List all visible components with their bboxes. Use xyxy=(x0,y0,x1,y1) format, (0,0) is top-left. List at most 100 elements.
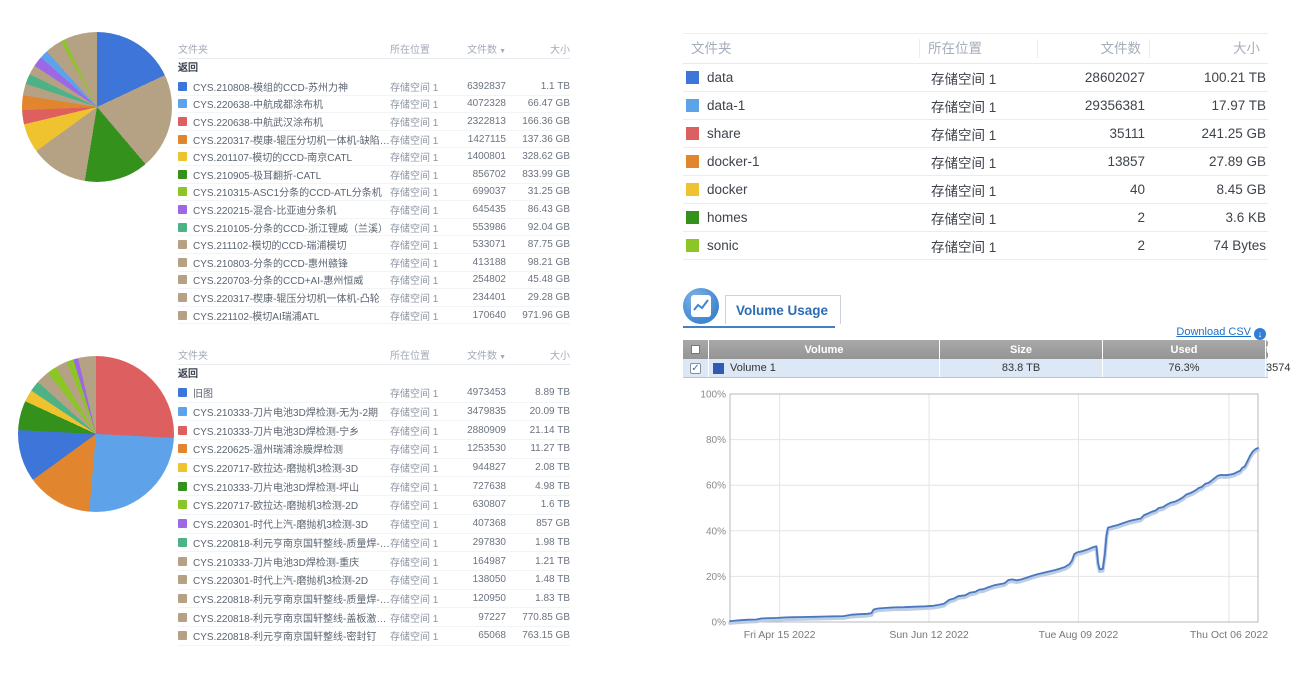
table-row[interactable]: CYS.211102-模切的CCD-瑞浦模切存储空间 153307187.75 … xyxy=(178,236,570,254)
table-row[interactable]: CYS.220717-欧拉达-磨抛机3检测-3D存储空间 19448272.08… xyxy=(178,459,570,478)
folder-size: 86.43 GB xyxy=(506,204,570,215)
table-row[interactable]: CYS.220301-时代上汽-磨抛机3检测-2D存储空间 11380501.4… xyxy=(178,571,570,590)
folder-name[interactable]: share xyxy=(707,126,923,141)
table-row[interactable]: data-1存储空间 12935638117.97 TB xyxy=(683,92,1268,120)
folder-name[interactable]: CYS.220818-利元亨南京国轩整线-密封钉 xyxy=(193,628,390,643)
folder-name[interactable]: docker xyxy=(707,182,923,197)
table-row[interactable]: CYS.220703-分条的CCD+AI-惠州恒威存储空间 125480245.… xyxy=(178,272,570,290)
folder-count: 1427115 xyxy=(448,134,506,145)
folder-name[interactable]: CYS.210333-刀片电池3D焊检测-坪山 xyxy=(193,479,390,494)
folder-name[interactable]: CYS.210333-刀片电池3D焊检测-宁乡 xyxy=(193,423,390,438)
folder-name[interactable]: CYS.220703-分条的CCD+AI-惠州恒威 xyxy=(193,272,390,287)
col-days-to-full[interactable]: Days to Full xyxy=(1266,340,1292,359)
folder-name[interactable]: CYS.220317-楔康-辊压分切机一体机-缺陷检测 xyxy=(193,132,390,147)
col-folder[interactable]: 文件夹 xyxy=(178,41,390,56)
folder-name[interactable]: 旧图 xyxy=(193,385,390,400)
table-row[interactable]: CYS.220638-中航武汉涂布机存储空间 12322813166.36 GB xyxy=(178,113,570,131)
table-row[interactable]: CYS.210803-分条的CCD-惠州赣锋存储空间 141318898.21 … xyxy=(178,254,570,272)
folder-name[interactable]: CYS.210905-极耳翻折-CATL xyxy=(193,167,390,182)
table-row[interactable]: CYS.221102-模切AI瑞浦ATL存储空间 1170640971.96 G… xyxy=(178,307,570,325)
folder-name[interactable]: CYS.211102-模切的CCD-瑞浦模切 xyxy=(193,237,390,252)
table-row[interactable]: docker存储空间 1408.45 GB xyxy=(683,176,1268,204)
download-csv-link[interactable]: Download CSV xyxy=(1176,326,1251,338)
table-row[interactable]: CYS.220638-中航成都涂布机存储空间 1407232866.47 GB xyxy=(178,96,570,114)
col-size[interactable]: 大小 xyxy=(506,41,570,56)
table-row[interactable]: CYS.220818-利元亨南京国轩整线-盖板激光焊缝-...存储空间 1972… xyxy=(178,608,570,627)
volume-checkbox[interactable]: ✓ xyxy=(690,363,701,374)
table-row[interactable]: CYS.220717-欧拉达-磨抛机3检测-2D存储空间 16308071.6 … xyxy=(178,496,570,515)
folder-name[interactable]: CYS.210803-分条的CCD-惠州赣锋 xyxy=(193,255,390,270)
folder-name[interactable]: sonic xyxy=(707,238,923,253)
folder-name[interactable]: CYS.220717-欧拉达-磨抛机3检测-2D xyxy=(193,497,390,512)
folder-name[interactable]: homes xyxy=(707,210,923,225)
table-row[interactable]: sonic存储空间 1274 Bytes xyxy=(683,232,1268,260)
folder-name[interactable]: data xyxy=(707,70,923,85)
col-count[interactable]: 文件数 xyxy=(1038,39,1150,58)
col-size[interactable]: 大小 xyxy=(1150,39,1268,58)
folder-name[interactable]: CYS.220301-时代上汽-磨抛机3检测-2D xyxy=(193,572,390,587)
download-icon[interactable]: ↓ xyxy=(1254,328,1266,340)
table-row[interactable]: CYS.210315-ASC1分条的CCD-ATL分条机存储空间 1699037… xyxy=(178,184,570,202)
table-row[interactable]: CYS.220317-楔康-辊压分切机一体机-凸轮存储空间 123440129.… xyxy=(178,289,570,307)
folder-name[interactable]: CYS.220818-利元亨南京国轩整线-盖板激光焊缝-... xyxy=(193,610,390,625)
table-row[interactable]: homes存储空间 123.6 KB xyxy=(683,204,1268,232)
col-size[interactable]: 大小 xyxy=(506,347,570,362)
col-folder[interactable]: 文件夹 xyxy=(683,39,920,58)
col-count[interactable]: 文件数▼ xyxy=(448,41,506,56)
table-row[interactable]: CYS.220818-利元亨南京国轩整线-质量焊-3D存储空间 12978301… xyxy=(178,534,570,553)
col-location[interactable]: 所在位置 xyxy=(920,39,1038,58)
table-row[interactable]: CYS.210333-刀片电池3D焊检测-无为-2期存储空间 134798352… xyxy=(178,403,570,422)
col-size[interactable]: Size xyxy=(940,340,1103,359)
table-row[interactable]: CYS.220301-时代上汽-磨抛机3检测-3D存储空间 1407368857… xyxy=(178,515,570,534)
folder-name[interactable]: CYS.220818-利元亨南京国轩整线-质量焊-2D xyxy=(193,591,390,606)
folder-name[interactable]: CYS.220215-混合-比亚迪分条机 xyxy=(193,202,390,217)
table-row[interactable]: data存储空间 128602027100.21 TB xyxy=(683,64,1268,92)
select-all-checkbox[interactable] xyxy=(683,340,709,359)
col-location[interactable]: 所在位置 xyxy=(390,41,448,56)
folder-name[interactable]: CYS.220317-楔康-辊压分切机一体机-凸轮 xyxy=(193,290,390,305)
folder-name[interactable]: CYS.220818-利元亨南京国轩整线-质量焊-3D xyxy=(193,535,390,550)
table-row[interactable]: share存储空间 135111241.25 GB xyxy=(683,120,1268,148)
table-row[interactable]: CYS.210333-刀片电池3D焊检测-重庆存储空间 11649871.21 … xyxy=(178,552,570,571)
folder-name[interactable]: CYS.220301-时代上汽-磨抛机3检测-3D xyxy=(193,516,390,531)
folder-name[interactable]: CYS.201107-模切的CCD-南京CATL xyxy=(193,149,390,164)
table-row[interactable]: CYS.210105-分条的CCD-浙江锂威（兰溪）存储空间 155398692… xyxy=(178,219,570,237)
sort-desc-icon: ▼ xyxy=(499,354,506,361)
back-row[interactable]: 返回 xyxy=(178,59,570,78)
volume-row[interactable]: ✓ Volume 1 83.8 TB 76.3% 3574 xyxy=(683,359,1268,377)
folder-color-swatch xyxy=(178,613,187,622)
col-count[interactable]: 文件数▼ xyxy=(448,347,506,362)
table-row[interactable]: CYS.220215-混合-比亚迪分条机存储空间 164543586.43 GB xyxy=(178,201,570,219)
table-row[interactable]: CYS.210333-刀片电池3D焊检测-坪山存储空间 17276384.98 … xyxy=(178,477,570,496)
folder-name[interactable]: data-1 xyxy=(707,98,923,113)
table-row[interactable]: CYS.220317-楔康-辊压分切机一体机-缺陷检测存储空间 11427115… xyxy=(178,131,570,149)
table-row[interactable]: CYS.220818-利元亨南京国轩整线-密封钉存储空间 165068763.1… xyxy=(178,627,570,646)
table-row[interactable]: CYS.210905-极耳翻折-CATL存储空间 1856702833.99 G… xyxy=(178,166,570,184)
table-row[interactable]: CYS.201107-模切的CCD-南京CATL存储空间 11400801328… xyxy=(178,148,570,166)
folder-name[interactable]: CYS.221102-模切AI瑞浦ATL xyxy=(193,308,390,323)
table-row[interactable]: CYS.220625-温州瑞浦涂膜焊检测存储空间 1125353011.27 T… xyxy=(178,440,570,459)
folder-count: 413188 xyxy=(448,257,506,268)
col-used[interactable]: Used xyxy=(1103,340,1266,359)
folder-name[interactable]: CYS.210105-分条的CCD-浙江锂威（兰溪） xyxy=(193,220,390,235)
table-row[interactable]: CYS.220818-利元亨南京国轩整线-质量焊-2D存储空间 11209501… xyxy=(178,590,570,609)
table-row[interactable]: CYS.210333-刀片电池3D焊检测-宁乡存储空间 1288090921.1… xyxy=(178,421,570,440)
folder-color-swatch xyxy=(178,170,187,179)
col-folder[interactable]: 文件夹 xyxy=(178,347,390,362)
folder-name[interactable]: CYS.210333-刀片电池3D焊检测-无为-2期 xyxy=(193,404,390,419)
folder-name[interactable]: CYS.220638-中航武汉涂布机 xyxy=(193,114,390,129)
folder-name[interactable]: CYS.220625-温州瑞浦涂膜焊检测 xyxy=(193,441,390,456)
col-location[interactable]: 所在位置 xyxy=(390,347,448,362)
folder-size: 21.14 TB xyxy=(506,425,570,436)
folder-name[interactable]: docker-1 xyxy=(707,154,923,169)
folder-name[interactable]: CYS.210333-刀片电池3D焊检测-重庆 xyxy=(193,554,390,569)
folder-name[interactable]: CYS.220638-中航成都涂布机 xyxy=(193,96,390,111)
table-row[interactable]: 旧图存储空间 149734538.89 TB xyxy=(178,384,570,403)
table-row[interactable]: CYS.210808-模组的CCD-苏州力神存储空间 163928371.1 T… xyxy=(178,78,570,96)
folder-name[interactable]: CYS.220717-欧拉达-磨抛机3检测-3D xyxy=(193,460,390,475)
folder-name[interactable]: CYS.210808-模组的CCD-苏州力神 xyxy=(193,79,390,94)
table-row[interactable]: docker-1存储空间 11385727.89 GB xyxy=(683,148,1268,176)
back-row[interactable]: 返回 xyxy=(178,365,570,384)
col-volume[interactable]: Volume xyxy=(709,340,940,359)
folder-name[interactable]: CYS.210315-ASC1分条的CCD-ATL分条机 xyxy=(193,184,390,199)
